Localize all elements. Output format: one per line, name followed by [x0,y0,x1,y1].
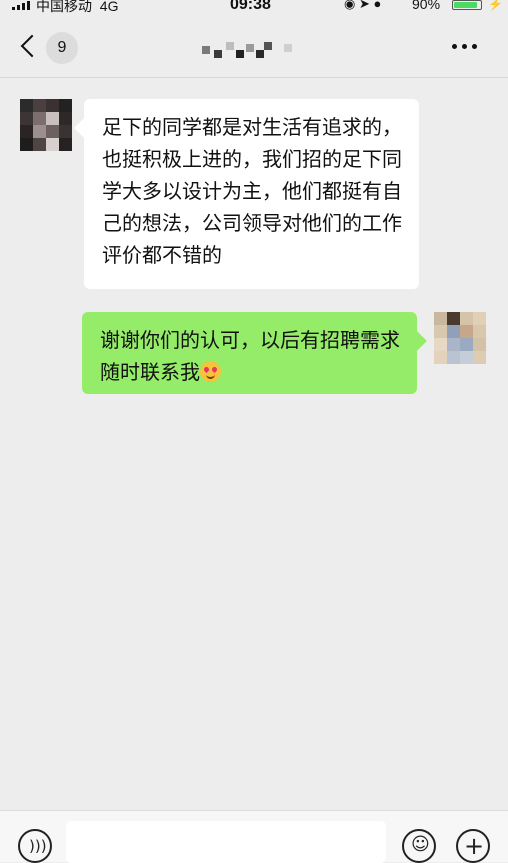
outgoing-message-bubble[interactable]: 谢谢你们的认可，以后有招聘需求随时联系我 [82,312,417,394]
location-icon: ◉ ➤ ● [344,0,382,11]
back-button[interactable]: 9 [20,32,80,64]
voice-button[interactable]: ))) [18,829,52,863]
battery-percent: 90% [412,0,441,12]
incoming-message-bubble[interactable]: 足下的同学都是对生活有追求的，也挺积极上进的，我们招的足下同学大多以设计为主，他… [84,99,419,289]
signal-icon [12,0,30,10]
emoji-icon: ☺ [411,834,430,855]
my-avatar[interactable] [434,312,486,364]
heart-eyes-emoji-icon [200,361,221,382]
chevron-left-icon [20,34,44,58]
message-input[interactable] [66,821,386,863]
status-time: 09:38 [230,0,271,13]
network-type: 4G [99,0,119,14]
more-functions-button[interactable]: + [456,829,490,863]
outgoing-message-text: 谢谢你们的认可，以后有招聘需求随时联系我 [100,328,400,384]
unread-count-badge: 9 [46,32,78,64]
battery-icon [452,0,482,10]
more-options-button[interactable] [452,44,480,50]
input-bar: ))) ☺ + [0,810,508,863]
chat-title-pixelated [202,40,292,62]
charging-icon: ⚡ [488,0,503,11]
plus-icon: + [464,832,485,860]
contact-avatar[interactable] [20,99,72,151]
status-bar: 中国移动 4G 09:38 ◉ ➤ ● 90% ⚡ [0,0,508,14]
chat-header: 9 [0,14,508,78]
incoming-message-text: 足下的同学都是对生活有追求的，也挺积极上进的，我们招的足下同学大多以设计为主，他… [102,115,402,267]
emoji-button[interactable]: ☺ [402,829,436,863]
voice-icon: ))) [29,837,47,855]
